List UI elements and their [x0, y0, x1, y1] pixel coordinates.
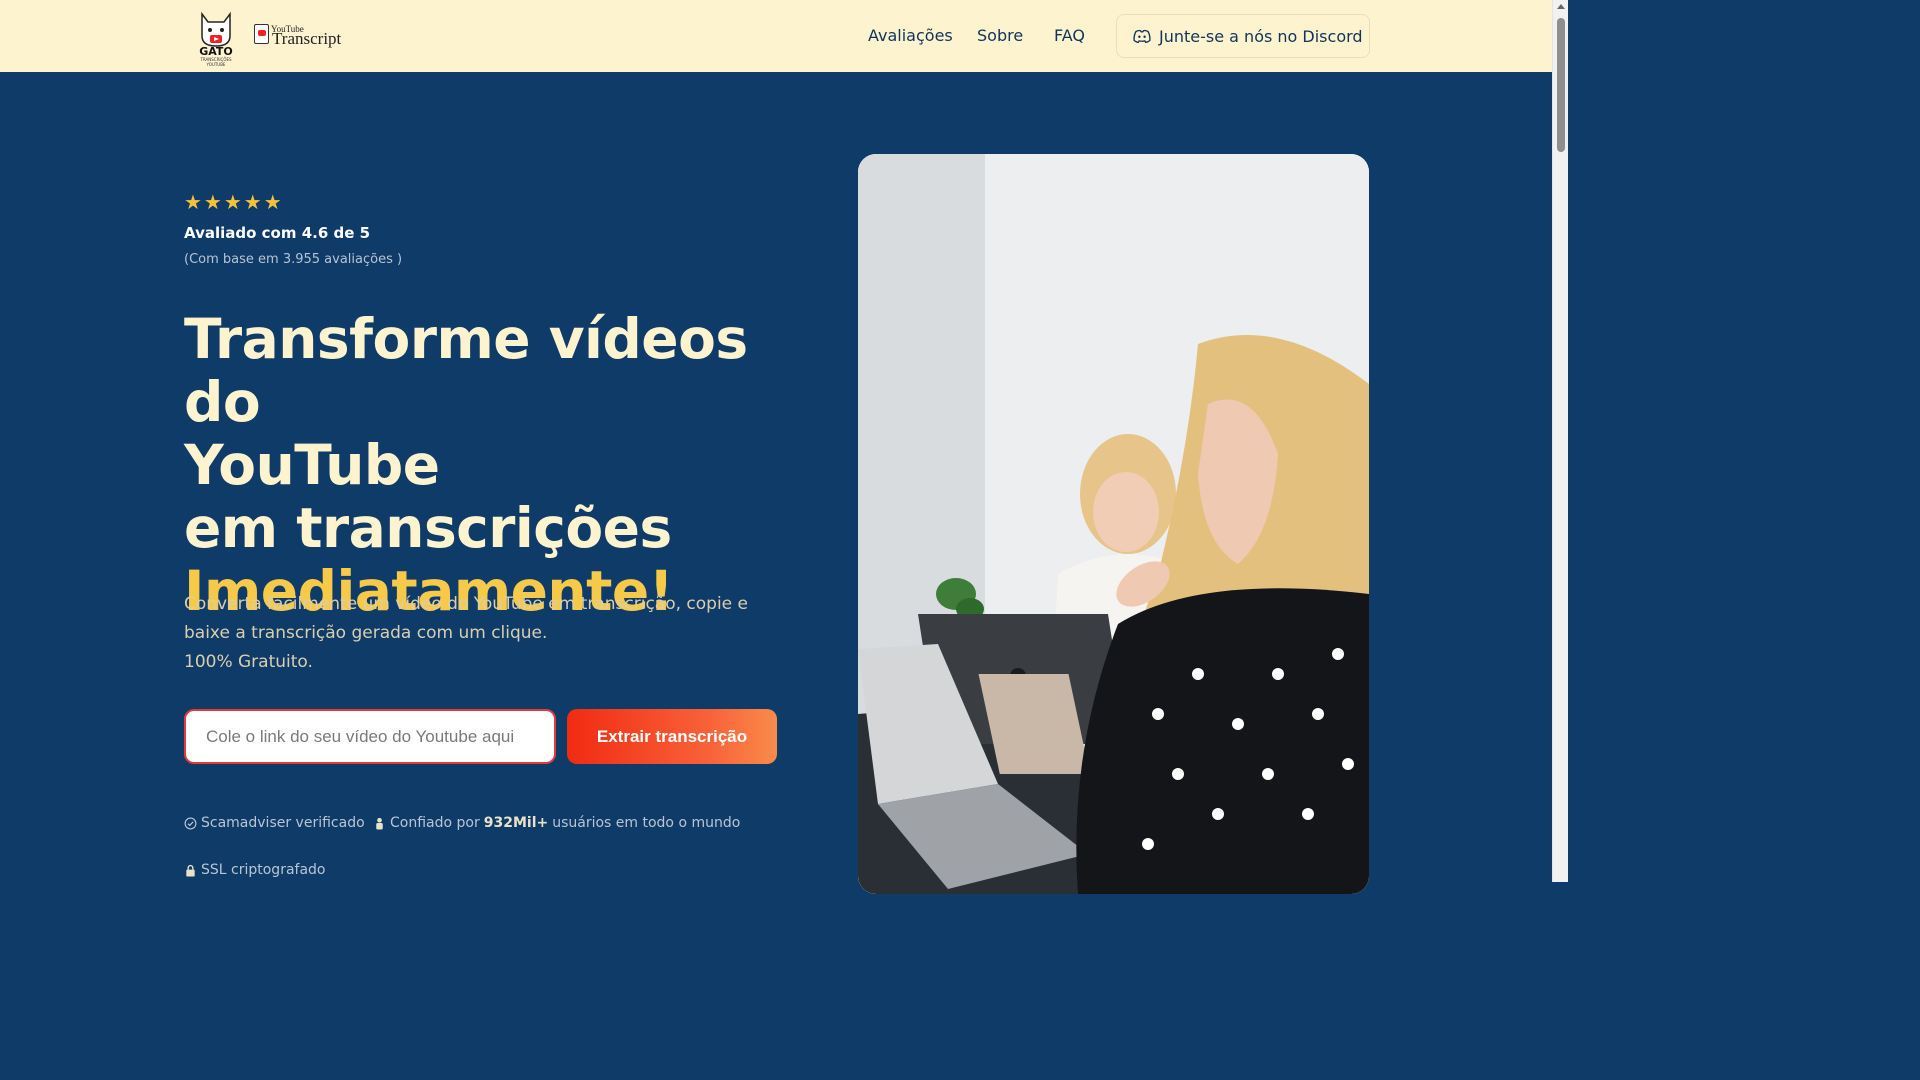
- discord-label: Junte-se a nós no Discord: [1159, 26, 1363, 46]
- lock-icon: [186, 864, 195, 877]
- headline-line-1: Transforme vídeos do: [184, 307, 748, 434]
- hero-description: Converta facilmente um vídeo do YouTube …: [184, 590, 764, 677]
- desc-line-1: Converta facilmente um vídeo do YouTube …: [184, 594, 749, 614]
- ssl-text: SSL criptografado: [201, 862, 326, 878]
- headline-line-2: YouTube: [184, 433, 440, 497]
- hero-headline: Transforme vídeos do YouTube em transcri…: [184, 308, 824, 623]
- desc-line-3: 100% Gratuito.: [184, 652, 313, 672]
- discord-icon: [1133, 29, 1151, 43]
- verified-badge-icon: [184, 817, 197, 829]
- headline-line-3: em transcrições: [184, 496, 672, 560]
- hero-photo: [858, 154, 1369, 894]
- site-header: GATO TRANSCRIÇÕES YOUTUBE YouTube Transc…: [0, 0, 1552, 72]
- extract-transcript-button[interactable]: Extrair transcrição: [567, 709, 777, 764]
- nav-faq[interactable]: FAQ: [1054, 26, 1085, 45]
- office-photo-illustration: [858, 154, 1369, 894]
- discord-button[interactable]: Junte-se a nós no Discord: [1116, 14, 1370, 58]
- trust-users: Confiado por 932Mil+ usuários em todo o …: [373, 815, 740, 831]
- cat-logo-icon: [201, 11, 231, 47]
- trusted-prefix: Confiado por: [390, 815, 480, 831]
- trust-verified: Scamadviser verificado: [184, 815, 365, 831]
- verified-text: Scamadviser verificado: [201, 815, 365, 831]
- rating-count: (Com base em 3.955 avaliações ): [184, 252, 403, 267]
- nav-sobre[interactable]: Sobre: [977, 26, 1023, 45]
- scrollbar[interactable]: [1552, 0, 1568, 882]
- scrollbar-thumb[interactable]: [1557, 18, 1565, 152]
- scroll-up-arrow-icon[interactable]: [1557, 4, 1565, 9]
- logo-subtext: TRANSCRIÇÕES YOUTUBE: [200, 57, 232, 67]
- rating-title: Avaliado com 4.6 de 5: [184, 224, 371, 242]
- trusted-count: 932Mil+: [483, 815, 549, 831]
- brand-big: Transcript: [272, 29, 342, 48]
- youtube-transcript-logo[interactable]: YouTube Transcript: [254, 24, 354, 50]
- trust-ssl: SSL criptografado: [184, 862, 326, 878]
- desc-line-2: baixe a transcrição gerada com um clique…: [184, 623, 548, 643]
- users-icon: [376, 817, 383, 830]
- youtube-file-icon: [254, 24, 269, 44]
- trusted-suffix: usuários em todo o mundo: [552, 815, 741, 831]
- logo-text: GATO: [199, 45, 233, 58]
- youtube-url-input[interactable]: [184, 709, 556, 764]
- gato-logo[interactable]: GATO TRANSCRIÇÕES YOUTUBE: [196, 10, 236, 67]
- nav-avaliacoes[interactable]: Avaliações: [868, 26, 953, 45]
- rating-stars: ★★★★★: [184, 190, 284, 214]
